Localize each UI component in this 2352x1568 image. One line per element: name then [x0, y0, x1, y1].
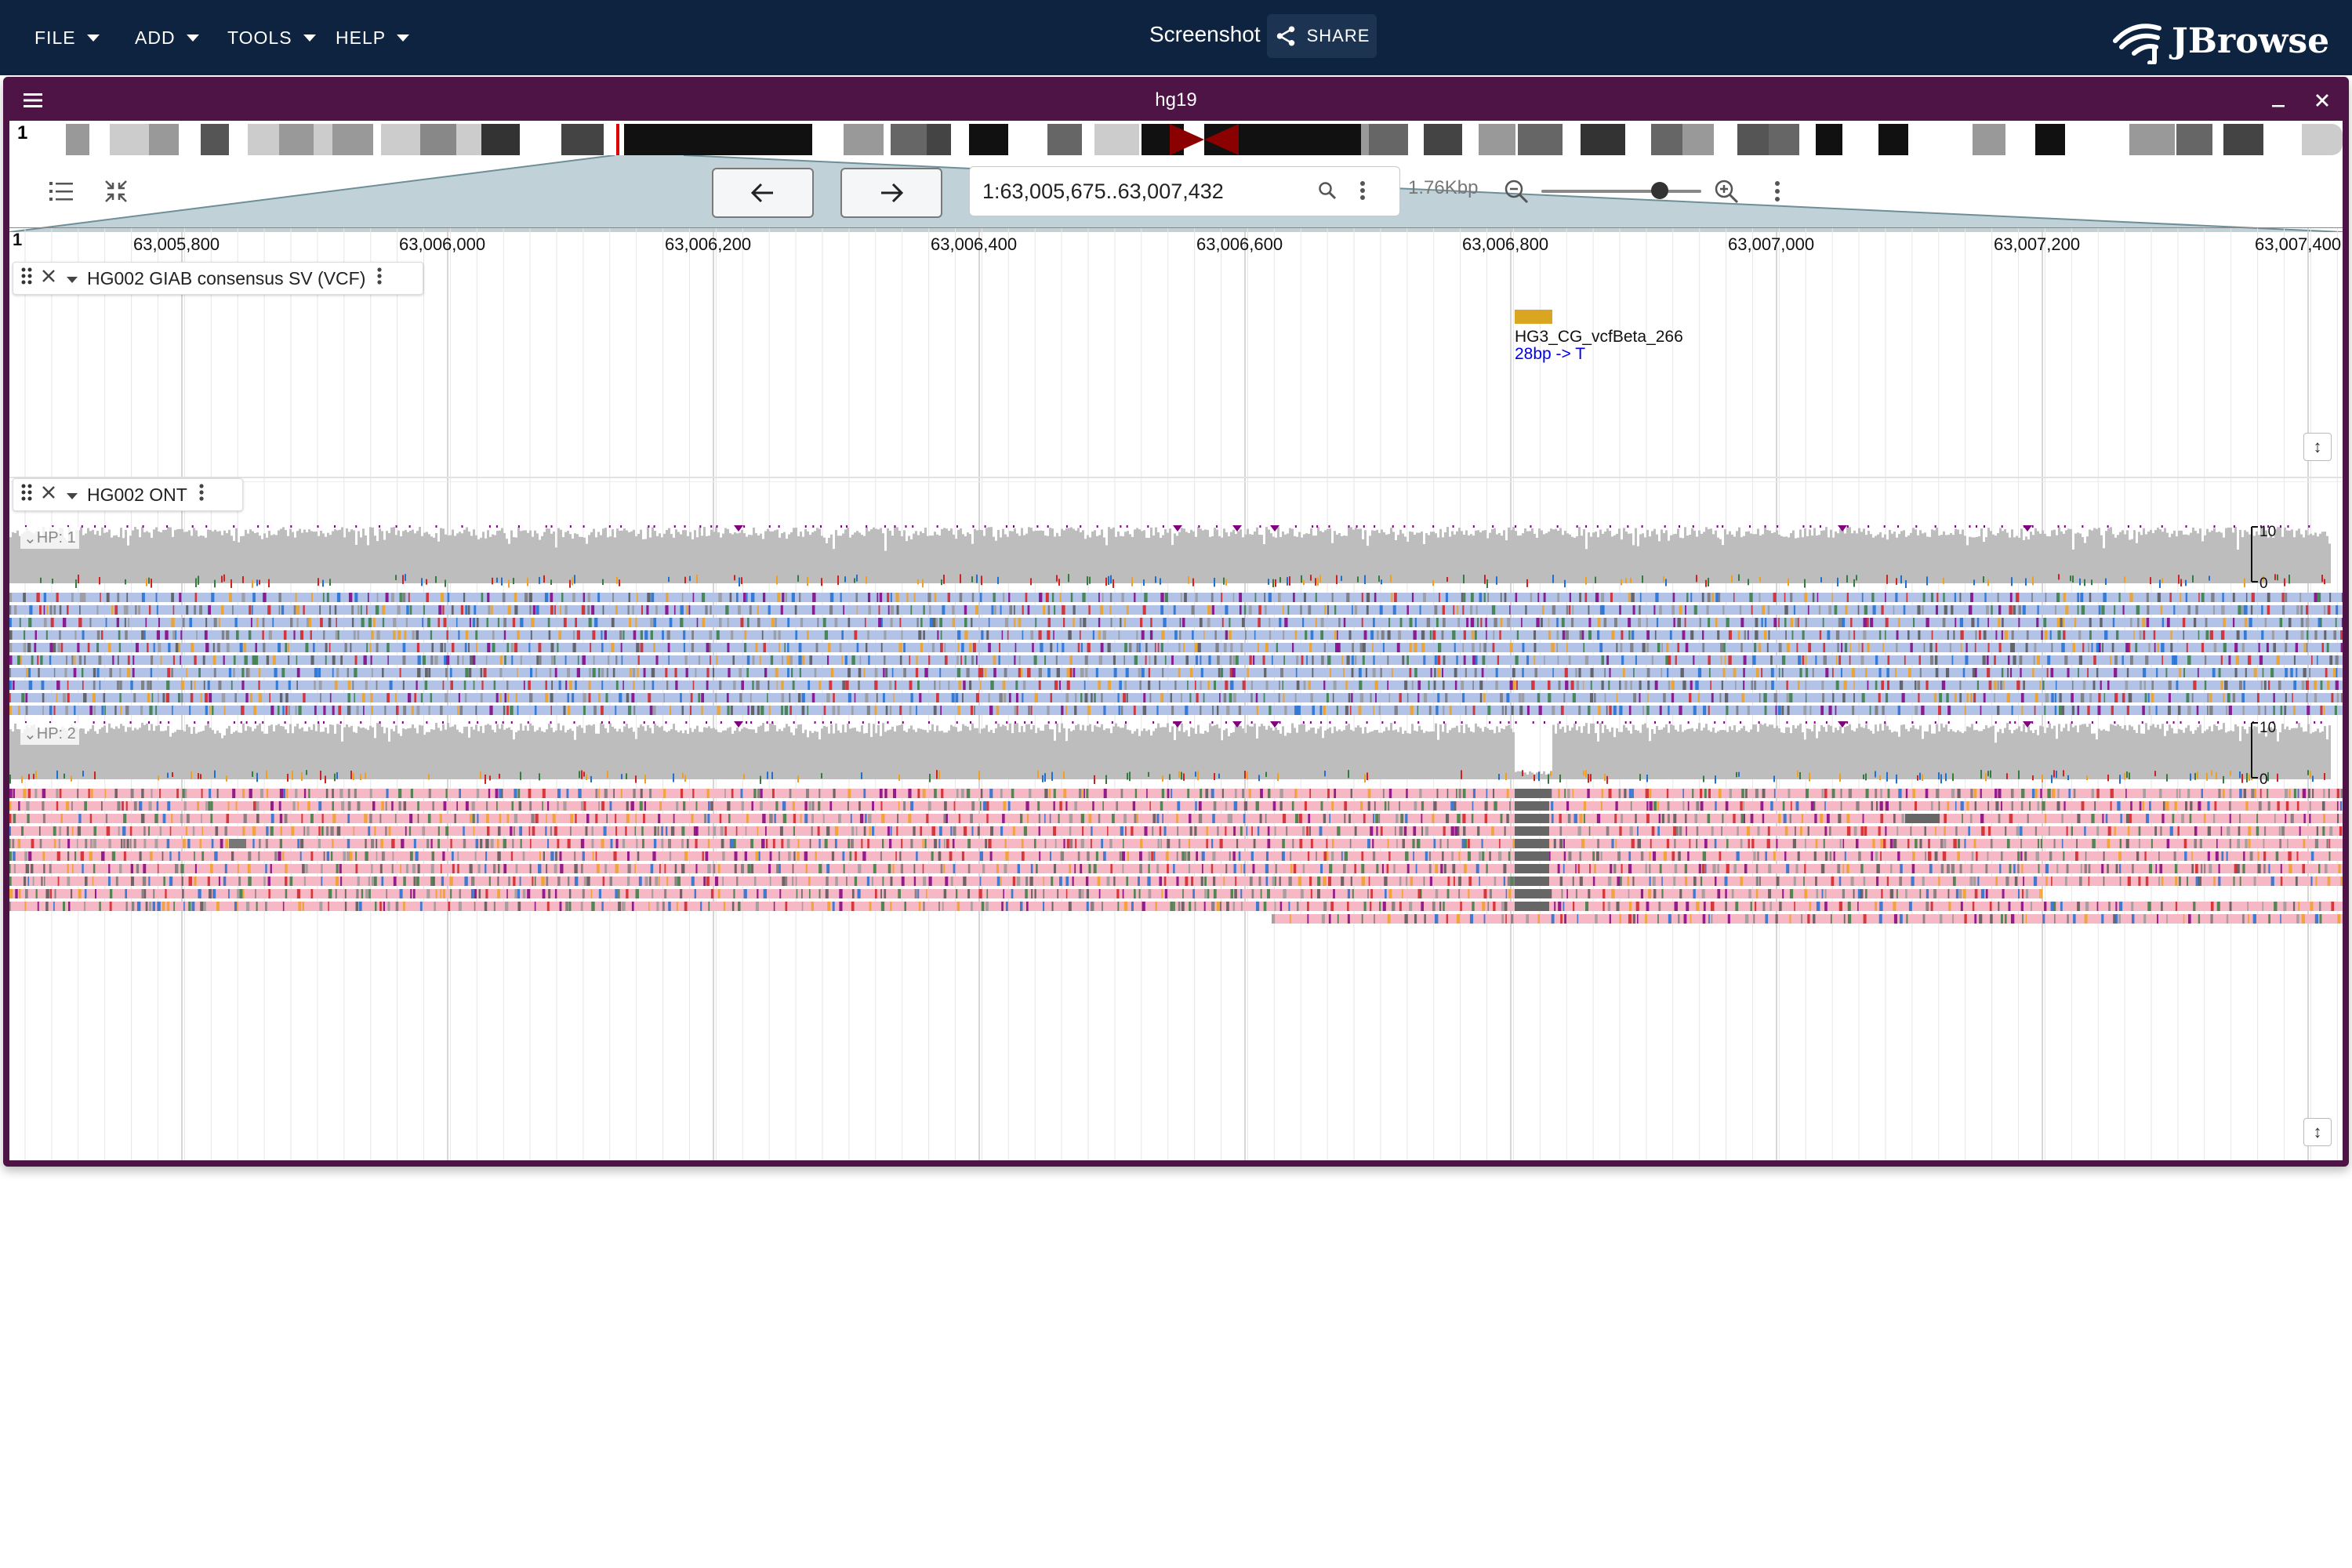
- app-bar: FILE ADD TOOLS HELP Screenshot SHARE JBr…: [0, 0, 2352, 75]
- logo-icon: [2113, 24, 2161, 64]
- track-divider-line: [9, 481, 2343, 482]
- share-icon: [1276, 26, 1294, 46]
- zoom-in-icon: [1715, 180, 1739, 204]
- search-icon: [1319, 182, 1337, 200]
- zoom-slider-track[interactable]: [1541, 190, 1701, 193]
- drag-handle-icon[interactable]: [21, 267, 32, 290]
- view-options-button[interactable]: [1766, 176, 1789, 207]
- track-menu-icon[interactable]: [198, 483, 205, 506]
- hp2-group-label[interactable]: ⌄ HP: 2: [20, 723, 79, 745]
- chevron-down-icon: [397, 34, 410, 42]
- more-vertical-icon: [1775, 181, 1780, 201]
- chevron-down-icon: [186, 34, 199, 42]
- close-view-button[interactable]: [2308, 86, 2336, 114]
- file-menu[interactable]: FILE: [34, 24, 100, 52]
- pan-left-button[interactable]: [712, 168, 814, 218]
- track-menu-icon[interactable]: [376, 267, 383, 290]
- ruler-tick-label: 63,006,200: [665, 234, 752, 254]
- chevron-down-icon: ⌄: [24, 529, 37, 547]
- ruler-tick-label: 63,006,800: [1462, 234, 1549, 254]
- chevron-down-icon: [86, 34, 100, 42]
- hp1-coverage-plot[interactable]: [9, 525, 2343, 588]
- vcf-track-resize-handle[interactable]: ↕: [2303, 433, 2332, 461]
- position-ruler[interactable]: 1 63,005,800 63,006,000 63,006,200 63,00…: [9, 227, 2343, 255]
- hp1-group-label[interactable]: ⌄ HP: 1: [20, 527, 79, 549]
- drag-handle-icon[interactable]: [21, 483, 32, 506]
- hp1-scale-min: 0: [2259, 575, 2268, 592]
- ont-track-resize-handle[interactable]: ↕: [2303, 1118, 2332, 1146]
- minimize-button[interactable]: [2264, 86, 2292, 114]
- hp2-reads[interactable]: [9, 787, 2343, 936]
- hp2-coverage-plot[interactable]: [9, 721, 2343, 784]
- ruler-tick-label: 63,007,400: [2255, 234, 2342, 254]
- tools-menu-label: TOOLS: [227, 27, 292, 48]
- jbrowse-logo: JBrowse: [2111, 16, 2329, 66]
- search-button[interactable]: [1313, 176, 1341, 205]
- variant-feature[interactable]: [1515, 310, 1552, 324]
- chevron-down-icon: [303, 34, 316, 42]
- variant-feature-description: 28bp -> T: [1515, 345, 1586, 363]
- vcf-track-label: HG002 GIAB consensus SV (VCF): [13, 262, 423, 295]
- zoom-out-icon: [1504, 180, 1529, 204]
- location-input[interactable]: [981, 176, 1313, 206]
- ont-track-label: HG002 ONT: [13, 478, 243, 511]
- ruler-ref-label: 1: [13, 230, 23, 249]
- hp1-group-name: HP: 1: [36, 528, 76, 546]
- chevron-down-icon[interactable]: [65, 485, 79, 506]
- ruler-tick-label: 63,007,200: [1994, 234, 2081, 254]
- collapse-view-button[interactable]: [100, 176, 132, 207]
- zoom-out-button[interactable]: [1501, 176, 1532, 207]
- chevron-down-icon: ⌄: [24, 725, 37, 743]
- add-menu-label: ADD: [135, 27, 176, 48]
- ruler-tick-label: 63,006,000: [399, 234, 486, 254]
- logo-text: JBrowse: [2172, 20, 2330, 61]
- file-menu-label: FILE: [34, 27, 76, 48]
- linear-genome-view: hg19 1 1:63,005,675..63,007,432 1.76Kbp …: [3, 77, 2349, 1167]
- variant-feature-name: HG3_CG_vcfBeta_266: [1515, 328, 1683, 346]
- overview-chromosome-label: 1: [17, 122, 28, 143]
- view-header: hg19: [3, 77, 2349, 124]
- arrow-right-icon: [881, 183, 904, 203]
- vcf-track-name: HG002 GIAB consensus SV (VCF): [87, 267, 366, 289]
- tools-menu[interactable]: TOOLS: [227, 24, 316, 52]
- share-button[interactable]: SHARE: [1267, 14, 1377, 58]
- bp-per-view-label: 1.76Kbp: [1408, 177, 1479, 198]
- track-divider[interactable]: [9, 477, 2343, 478]
- hp1-reads[interactable]: [9, 591, 2343, 724]
- compress-icon: [105, 180, 127, 202]
- close-track-icon[interactable]: [40, 267, 57, 289]
- hp1-scale-max: 10: [2259, 524, 2277, 540]
- ruler-tick-label: 63,006,400: [931, 234, 1018, 254]
- chevron-down-icon[interactable]: [65, 268, 79, 289]
- hp2-scale-max: 10: [2259, 720, 2277, 736]
- minimize-icon: [2272, 105, 2285, 107]
- session-title[interactable]: Screenshot: [1149, 22, 1261, 47]
- share-label: SHARE: [1306, 26, 1370, 45]
- close-track-icon[interactable]: [40, 484, 57, 506]
- ruler-tick-label: 63,005,800: [133, 234, 220, 254]
- add-menu[interactable]: ADD: [135, 24, 199, 52]
- location-options-button[interactable]: [1351, 176, 1374, 205]
- help-menu[interactable]: HELP: [336, 24, 410, 52]
- chromosome-ideogram[interactable]: [44, 124, 2343, 155]
- zoom-in-button[interactable]: [1711, 176, 1742, 207]
- zoom-slider-thumb[interactable]: [1651, 182, 1668, 199]
- hp2-group-name: HP: 2: [36, 724, 76, 742]
- hp2-scale-min: 0: [2259, 771, 2268, 788]
- location-search-box: [969, 166, 1400, 216]
- arrow-left-icon: [750, 183, 773, 203]
- ont-track-name: HG002 ONT: [87, 484, 187, 505]
- pan-right-button[interactable]: [840, 168, 942, 218]
- view-content: 1 1:63,005,675..63,007,432 1.76Kbp 1 63,…: [9, 121, 2343, 1160]
- ruler-tick-label: 63,007,000: [1728, 234, 1815, 254]
- ruler-tick-label: 63,006,600: [1196, 234, 1283, 254]
- close-icon: [2316, 94, 2328, 107]
- track-selector-button[interactable]: [45, 176, 77, 207]
- help-menu-label: HELP: [336, 27, 387, 48]
- list-icon: [49, 182, 73, 201]
- more-vertical-icon: [1360, 181, 1365, 200]
- view-title: hg19: [1155, 89, 1197, 111]
